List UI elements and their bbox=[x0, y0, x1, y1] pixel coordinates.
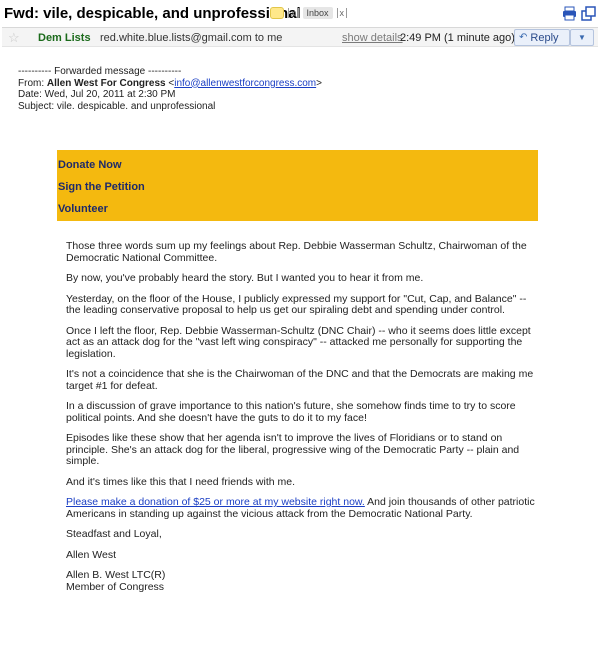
new-window-icon[interactable] bbox=[581, 6, 596, 21]
paragraph: And it's times like this that I need fri… bbox=[66, 475, 296, 488]
paragraph: In a discussion of grave importance to t… bbox=[66, 400, 516, 424]
forwarded-divider: ---------- Forwarded message ---------- bbox=[18, 66, 182, 77]
reply-arrow-icon: ↶ bbox=[519, 32, 528, 43]
signature-title: Member of Congress bbox=[66, 580, 165, 593]
from-bracket-close: > bbox=[316, 77, 322, 89]
paragraph: Once I left the floor, Rep. Debbie Wasse… bbox=[66, 324, 531, 360]
from-bracket-open: < bbox=[165, 77, 175, 89]
print-icon[interactable] bbox=[562, 6, 577, 21]
sender-name[interactable]: Dem Lists bbox=[38, 32, 91, 44]
closing: Steadfast and Loyal, bbox=[66, 528, 162, 540]
reply-label: Reply bbox=[530, 31, 559, 44]
label-group: x Inbox x bbox=[270, 7, 348, 19]
remove-inbox-label-button[interactable]: x bbox=[336, 8, 348, 18]
forwarded-subject: Subject: vile. despicable. and unprofess… bbox=[18, 100, 216, 112]
paragraph: Yesterday, on the floor of the House, I … bbox=[66, 292, 527, 316]
more-actions-button[interactable]: ▼ bbox=[570, 29, 594, 46]
paragraph: It's not a coincidence that she is the C… bbox=[66, 368, 534, 392]
volunteer-link[interactable]: Volunteer bbox=[58, 203, 108, 215]
paragraph: Those three words sum up my feelings abo… bbox=[66, 240, 527, 264]
top-icons bbox=[562, 6, 596, 21]
forwarded-date: Date: Wed, Jul 20, 2011 at 2:30 PM bbox=[18, 89, 176, 100]
signature-name: Allen B. West LTC(R) bbox=[66, 569, 166, 581]
sign-petition-link[interactable]: Sign the Petition bbox=[58, 181, 145, 193]
donate-now-link[interactable]: Donate Now bbox=[58, 159, 122, 171]
label-tag-icon[interactable] bbox=[270, 7, 284, 19]
remove-label-button[interactable]: x bbox=[288, 8, 299, 18]
show-details-link[interactable]: show details bbox=[342, 32, 403, 44]
paragraph: Episodes like these show that her agenda… bbox=[66, 432, 520, 467]
from-label: From: bbox=[18, 77, 47, 89]
paragraph: By now, you've probably heard the story.… bbox=[66, 272, 424, 284]
from-email-link[interactable]: info@allenwestforcongress.com bbox=[174, 78, 316, 89]
reply-button[interactable]: ↶ Reply bbox=[514, 29, 570, 46]
forwarded-header: ---------- Forwarded message ---------- … bbox=[18, 66, 322, 112]
subject-bar: Fwd: vile, despicable, and unprofessiona… bbox=[0, 0, 600, 28]
star-icon[interactable]: ☆ bbox=[8, 30, 20, 46]
email-subject: Fwd: vile, despicable, and unprofessiona… bbox=[4, 5, 301, 22]
letter-body: Those three words sum up my feelings abo… bbox=[66, 240, 536, 593]
sender-email: red.white.blue.lists@gmail.com to me bbox=[100, 32, 283, 44]
donation-link[interactable]: Please make a donation of $25 or more at… bbox=[66, 496, 365, 508]
from-name: Allen West For Congress bbox=[46, 77, 166, 89]
message-header[interactable]: ☆ Dem Lists red.white.blue.lists@gmail.c… bbox=[2, 27, 598, 47]
inbox-label[interactable]: Inbox bbox=[302, 7, 333, 19]
message-time: 2:49 PM (1 minute ago) bbox=[400, 32, 515, 44]
donation-paragraph: Please make a donation of $25 or more at… bbox=[66, 496, 536, 520]
signature: Allen West bbox=[66, 548, 116, 561]
action-links-box: Donate Now Sign the Petition Volunteer bbox=[57, 150, 538, 221]
forwarded-from: From: Allen West For Congress <info@alle… bbox=[18, 78, 322, 90]
